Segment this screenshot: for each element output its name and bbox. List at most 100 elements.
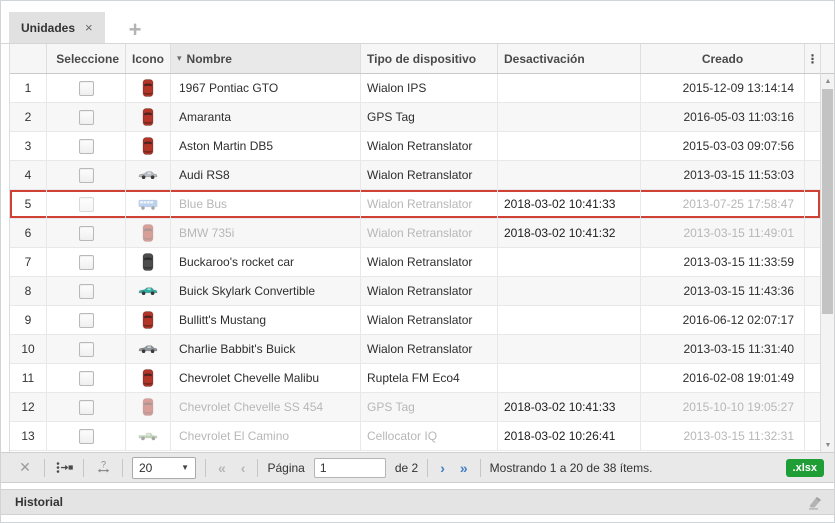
row-checkbox[interactable] — [79, 371, 94, 386]
row-checkbox[interactable] — [79, 429, 94, 444]
table-row[interactable]: 9 Bullitt's Mustang Wialon Retranslator … — [10, 306, 820, 335]
table-row[interactable]: 6 BMW 735i Wialon Retranslator 2018-03-0… — [10, 219, 820, 248]
row-checkbox[interactable] — [79, 400, 94, 415]
device-type: Ruptela FM Eco4 — [361, 364, 498, 392]
created-date: 2013-03-15 11:33:59 — [641, 248, 805, 276]
table-row[interactable]: 8 Buick Skylark Convertible Wialon Retra… — [10, 277, 820, 306]
device-type: Wialon Retranslator — [361, 335, 498, 363]
table-row[interactable]: 5 Blue Bus Wialon Retranslator 2018-03-0… — [10, 190, 820, 219]
history-panel-header[interactable]: Historial — [1, 489, 834, 515]
table-row[interactable]: 12 Chevrolet Chevelle SS 454 GPS Tag 201… — [10, 393, 820, 422]
table-row[interactable]: 1 1967 Pontiac GTO Wialon IPS 2015-12-09… — [10, 74, 820, 103]
row-menu-cell — [805, 393, 820, 421]
device-type: Wialon Retranslator — [361, 306, 498, 334]
created-date: 2013-07-25 17:58:47 — [641, 190, 805, 218]
row-menu-cell — [805, 161, 820, 189]
unit-icon — [142, 253, 154, 271]
tab-bar: Unidades × + — [1, 1, 834, 44]
created-date: 2016-06-12 02:07:17 — [641, 306, 805, 334]
deactivation-date — [498, 306, 641, 334]
clear-filters-button[interactable]: ✕ — [15, 457, 35, 479]
scrollbar-header-stub — [821, 44, 835, 74]
scroll-down-icon[interactable]: ▼ — [821, 439, 835, 451]
history-title: Historial — [15, 495, 63, 509]
row-checkbox[interactable] — [79, 168, 94, 183]
row-number: 8 — [10, 277, 47, 305]
separator — [83, 459, 84, 477]
items-status-text: Mostrando 1 a 20 de 38 ítems. — [490, 461, 653, 475]
select-marked-items-button[interactable] — [54, 457, 74, 479]
row-checkbox[interactable] — [79, 313, 94, 328]
vertical-scrollbar[interactable]: ▲ ▼ — [821, 44, 835, 452]
header-deactivation[interactable]: Desactivación — [498, 44, 641, 73]
device-type: Wialon Retranslator — [361, 132, 498, 160]
svg-text:?: ? — [100, 460, 105, 470]
row-menu-cell — [805, 190, 820, 218]
row-menu-cell — [805, 103, 820, 131]
page-of-label: de 2 — [395, 461, 418, 475]
header-select[interactable]: Seleccione — [47, 44, 126, 73]
separator — [257, 459, 258, 477]
header-icon[interactable]: Icono — [126, 44, 171, 73]
deactivation-date: 2018-03-02 10:41:33 — [498, 393, 641, 421]
column-menu-icon[interactable]: ⋮ — [805, 44, 820, 73]
row-checkbox[interactable] — [79, 342, 94, 357]
row-checkbox[interactable] — [79, 110, 94, 125]
add-tab-button[interactable]: + — [123, 17, 148, 43]
table-row[interactable]: 13 Chevrolet El Camino Cellocator IQ 201… — [10, 422, 820, 451]
table-row[interactable]: 7 Buckaroo's rocket car Wialon Retransla… — [10, 248, 820, 277]
row-checkbox[interactable] — [79, 139, 94, 154]
row-checkbox[interactable] — [79, 226, 94, 241]
table-row[interactable]: 10 Charlie Babbit's Buick Wialon Retrans… — [10, 335, 820, 364]
table-row[interactable]: 11 Chevrolet Chevelle Malibu Ruptela FM … — [10, 364, 820, 393]
scrollbar-track[interactable]: ▲ ▼ — [821, 74, 835, 452]
deactivation-date: 2018-03-02 10:41:32 — [498, 219, 641, 247]
deactivation-date — [498, 248, 641, 276]
row-number: 6 — [10, 219, 47, 247]
created-date: 2013-03-15 11:32:31 — [641, 422, 805, 450]
last-page-button[interactable]: » — [457, 460, 471, 476]
page-size-dropdown[interactable]: 20 ▼ — [132, 457, 196, 479]
header-created[interactable]: Creado — [641, 44, 805, 73]
row-menu-cell — [805, 277, 820, 305]
row-checkbox[interactable] — [79, 284, 94, 299]
unit-icon — [142, 369, 154, 387]
unit-name: 1967 Pontiac GTO — [171, 74, 361, 102]
row-number: 3 — [10, 132, 47, 160]
unit-icon — [138, 286, 158, 296]
header-number[interactable] — [10, 44, 47, 73]
created-date: 2013-03-15 11:53:03 — [641, 161, 805, 189]
clear-filters-icon: ✕ — [19, 459, 31, 476]
unit-name: Chevrolet El Camino — [171, 422, 361, 450]
prev-page-button[interactable]: ‹ — [238, 460, 249, 476]
unit-icon — [138, 344, 158, 354]
deactivation-date — [498, 335, 641, 363]
row-number: 1 — [10, 74, 47, 102]
unit-name: Chevrolet Chevelle SS 454 — [171, 393, 361, 421]
tab-close-icon[interactable]: × — [85, 21, 93, 34]
row-checkbox[interactable] — [79, 255, 94, 270]
table-row[interactable]: 3 Aston Martin DB5 Wialon Retranslator 2… — [10, 132, 820, 161]
deactivation-date — [498, 161, 641, 189]
tab-unidades[interactable]: Unidades × — [9, 12, 105, 43]
header-name[interactable]: ▾ Nombre — [171, 44, 361, 73]
page-input[interactable] — [314, 458, 386, 478]
row-checkbox[interactable] — [79, 81, 94, 96]
row-number: 9 — [10, 306, 47, 334]
chevron-down-icon: ▼ — [181, 463, 189, 472]
clear-history-button[interactable] — [804, 495, 822, 510]
row-checkbox[interactable] — [79, 197, 94, 212]
scroll-up-icon[interactable]: ▲ — [821, 75, 835, 87]
first-page-button[interactable]: « — [215, 460, 229, 476]
device-type: Wialon IPS — [361, 74, 498, 102]
next-page-button[interactable]: › — [437, 460, 448, 476]
unit-name: Chevrolet Chevelle Malibu — [171, 364, 361, 392]
table-row[interactable]: 4 Audi RS8 Wialon Retranslator 2013-03-1… — [10, 161, 820, 190]
auto-fit-columns-icon: ? — [96, 460, 111, 475]
scrollbar-thumb[interactable] — [822, 89, 833, 314]
auto-fit-columns-button[interactable]: ? — [93, 457, 113, 479]
device-type: GPS Tag — [361, 393, 498, 421]
table-row[interactable]: 2 Amaranta GPS Tag 2016-05-03 11:03:16 — [10, 103, 820, 132]
export-xlsx-button[interactable]: .xlsx — [786, 459, 824, 477]
header-device-type[interactable]: Tipo de dispositivo — [361, 44, 498, 73]
